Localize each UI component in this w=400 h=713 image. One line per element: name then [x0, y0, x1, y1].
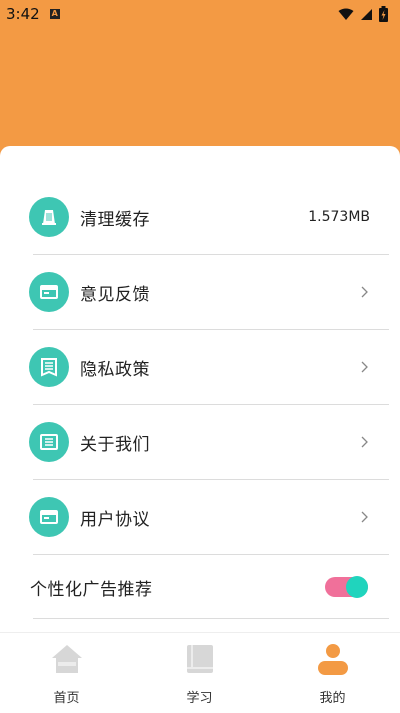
chevron-right-icon [361, 361, 368, 373]
personalized-ads-label: 个性化广告推荐 [30, 579, 153, 600]
nav-home[interactable]: 首页 [0, 633, 133, 713]
info-list-icon [29, 422, 69, 462]
nav-mine[interactable]: 我的 [266, 633, 399, 713]
chevron-right-icon [361, 511, 368, 523]
personalized-ads-row: 个性化广告推荐 [0, 550, 400, 624]
feedback-row[interactable]: 意见反馈 [0, 255, 400, 329]
personalized-ads-toggle[interactable] [325, 576, 368, 598]
notification-badge-icon: A [49, 9, 60, 19]
user-agreement-label: 用户协议 [80, 509, 150, 530]
chevron-right-icon [361, 436, 368, 448]
status-bar: 3:42 A [0, 0, 400, 28]
agreement-icon [29, 497, 69, 537]
nav-mine-label: 我的 [319, 691, 346, 706]
status-left: 3:42 A [6, 5, 60, 23]
cache-size-value: 1.573MB [308, 209, 370, 225]
profile-icon [317, 644, 348, 675]
toggle-knob [346, 576, 368, 598]
about-us-row[interactable]: 关于我们 [0, 405, 400, 479]
status-time: 3:42 [6, 5, 40, 23]
settings-panel: 清理缓存 1.573MB 意见反馈 隐私政策 关于我们 用户协议 个性化广告推荐 [0, 146, 400, 712]
status-right [338, 6, 388, 22]
feedback-icon [29, 272, 69, 312]
bottom-nav: 首页 学习 我的 [0, 632, 400, 713]
clear-cache-row[interactable]: 清理缓存 1.573MB [0, 180, 400, 254]
home-icon [51, 645, 82, 673]
battery-icon [379, 6, 388, 22]
cache-icon [29, 197, 69, 237]
book-icon [186, 645, 213, 673]
document-icon [29, 347, 69, 387]
about-us-label: 关于我们 [80, 434, 150, 455]
clear-cache-label: 清理缓存 [80, 209, 150, 230]
signal-icon [361, 8, 372, 20]
divider [33, 618, 389, 619]
feedback-label: 意见反馈 [80, 284, 150, 305]
chevron-right-icon [361, 286, 368, 298]
wifi-icon [338, 8, 354, 20]
user-agreement-row[interactable]: 用户协议 [0, 480, 400, 554]
nav-study[interactable]: 学习 [133, 633, 266, 713]
privacy-policy-label: 隐私政策 [80, 359, 150, 380]
nav-home-label: 首页 [53, 691, 80, 706]
privacy-policy-row[interactable]: 隐私政策 [0, 330, 400, 404]
nav-study-label: 学习 [186, 691, 213, 706]
